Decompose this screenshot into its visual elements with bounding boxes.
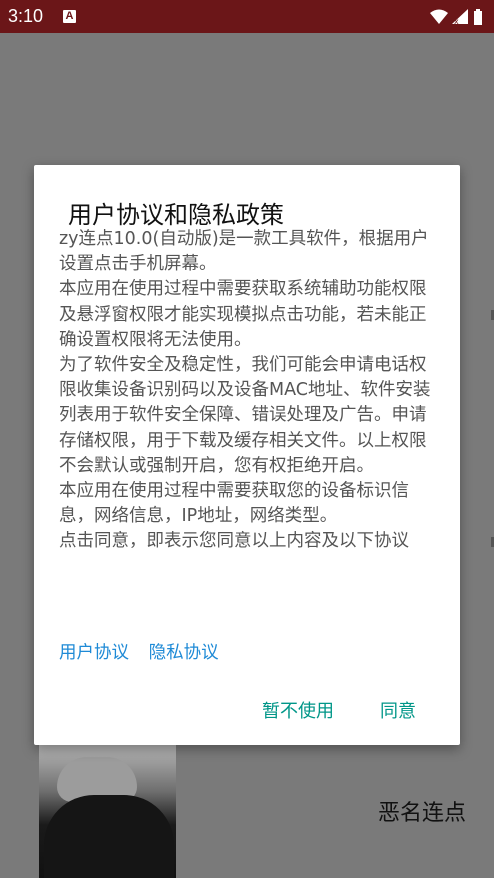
battery-icon [474, 11, 482, 25]
status-bar: 3:10 A x [0, 0, 494, 33]
status-icons: x [430, 9, 482, 26]
dialog-title: 用户协议和隐私政策 [68, 201, 284, 229]
paragraph-intro: zy连点10.0(自动版)是一款工具软件，根据用户设置点击手机屏幕。 [59, 229, 429, 275]
privacy-dialog: 用户协议和隐私政策 zy连点10.0(自动版)是一款工具软件，根据用户设置点击手… [34, 165, 460, 745]
app-name-label: 恶名连点 [378, 801, 467, 826]
signal-x-icon: x [454, 17, 459, 26]
app-notification-icon: A [63, 10, 76, 23]
privacy-policy-link[interactable]: 隐私协议 [149, 643, 219, 663]
paragraph-accessibility: 本应用在使用过程中需要获取系统辅助功能权限及悬浮窗权限才能实现模拟点击功能，若未… [59, 279, 427, 350]
user-agreement-link[interactable]: 用户协议 [59, 643, 129, 663]
status-time: 3:10 [8, 6, 44, 26]
agreement-links: 用户协议 隐私协议 [59, 639, 233, 664]
agree-button[interactable]: 同意 [380, 697, 416, 723]
user-avatar [39, 745, 176, 878]
paragraph-consent: 点击同意，即表示您同意以上内容及以下协议 [59, 531, 409, 552]
paragraph-permissions: 为了软件安全及稳定性，我们可能会申请电话权限收集设备识别码以及设备MAC地址、软… [59, 355, 431, 476]
decline-button[interactable]: 暂不使用 [262, 697, 334, 723]
wifi-icon [430, 9, 448, 24]
dialog-body: zy连点10.0(自动版)是一款工具软件，根据用户设置点击手机屏幕。 本应用在使… [59, 227, 434, 555]
paragraph-device-info: 本应用在使用过程中需要获取您的设备标识信息，网络信息，IP地址，网络类型。 [59, 481, 409, 527]
